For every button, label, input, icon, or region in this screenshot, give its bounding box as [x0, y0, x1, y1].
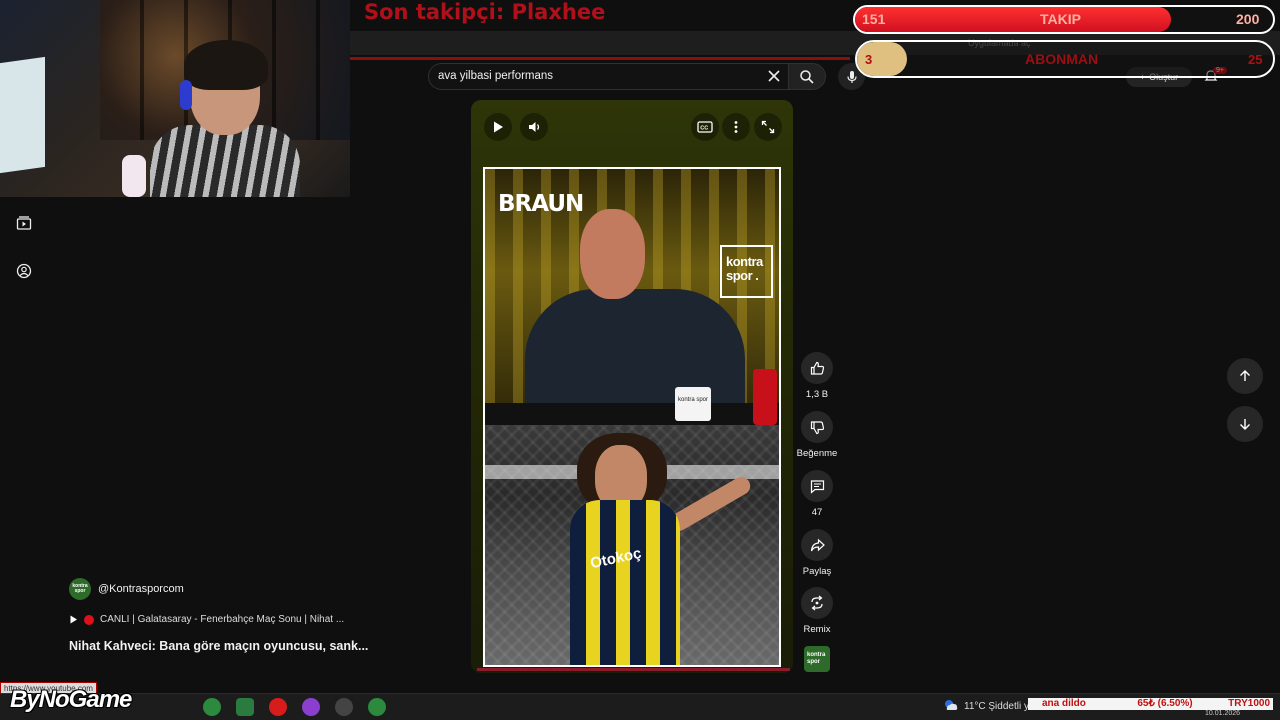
follow-label: TAKIP — [1040, 11, 1081, 27]
remix-button[interactable]: Remix — [796, 587, 838, 635]
ticker-item: TRY1000 — [1228, 698, 1270, 709]
webcam-overlay — [0, 0, 350, 197]
mug-logo: kontra spor — [675, 387, 711, 421]
arrow-up-icon — [1240, 370, 1250, 381]
messenger-taskbar-icon[interactable] — [302, 698, 320, 716]
ticker-item: 65₺ (6.50%) — [1137, 698, 1193, 709]
kontraspor-badge: kontra spor . — [720, 245, 773, 298]
dislike-label: Beğenme — [796, 448, 838, 459]
volume-button[interactable] — [520, 113, 548, 141]
search-input[interactable] — [438, 64, 758, 88]
play-small-icon — [70, 615, 77, 624]
taskbar-date: 10.01.2026 — [1205, 710, 1241, 717]
dislike-button[interactable]: Beğenme — [796, 411, 838, 459]
thumbs-up-icon — [810, 361, 824, 375]
comments-button[interactable]: 47 — [796, 470, 838, 518]
ticker-item: ana dildo — [1042, 698, 1086, 709]
video-title[interactable]: Nihat Kahveci: Bana göre maçın oyuncusu,… — [69, 639, 368, 653]
obs-taskbar-icon[interactable] — [335, 698, 353, 716]
search-icon — [800, 69, 814, 84]
related-live-link[interactable]: CANLI | Galatasaray - Fenerbahçe Maç Son… — [69, 614, 344, 625]
play-button[interactable] — [484, 113, 512, 141]
microphone — [122, 155, 146, 197]
sub-count: 3 — [865, 52, 873, 67]
related-live-text: CANLI | Galatasaray - Fenerbahçe Maç Son… — [100, 614, 345, 625]
svg-text:CC: CC — [700, 126, 708, 132]
previous-short-button[interactable] — [1227, 358, 1263, 394]
comment-icon — [810, 479, 824, 494]
braun-logo: BRAUN — [498, 191, 584, 217]
follow-goal-fill — [855, 7, 1171, 32]
chrome-taskbar-icon[interactable] — [203, 698, 221, 716]
share-button[interactable]: Paylaş — [796, 529, 838, 577]
opera-taskbar-icon[interactable] — [269, 698, 287, 716]
header-red-line — [350, 57, 850, 60]
sub-goal: 25 — [1248, 52, 1263, 67]
channel-thumbnail[interactable]: kontra spor — [804, 646, 830, 672]
weather-icon[interactable] — [942, 697, 960, 715]
streamer — [150, 40, 300, 197]
thumbs-down-icon — [810, 420, 824, 434]
sub-label: ABONMAN — [1025, 51, 1099, 67]
search-button[interactable] — [788, 63, 826, 90]
bynogame-watermark: ByNoGame — [10, 686, 132, 713]
weather-text: 11°C Şiddetli y — [964, 701, 1029, 712]
follow-goal: 200 — [1236, 11, 1260, 27]
account-icon[interactable] — [13, 260, 35, 282]
channel-avatar[interactable]: kontra spor — [69, 578, 91, 600]
captions-icon: CC — [697, 121, 713, 133]
video-progress-bar[interactable] — [477, 668, 790, 671]
fullscreen-button[interactable] — [754, 113, 782, 141]
remix-label: Remix — [803, 624, 831, 635]
arrow-down-icon — [1240, 419, 1250, 430]
subscriptions-icon[interactable] — [13, 212, 35, 234]
like-count: 1,3 B — [805, 389, 829, 400]
clear-search-icon[interactable] — [765, 67, 783, 85]
next-short-button[interactable] — [1227, 406, 1263, 442]
captions-button[interactable]: CC — [691, 113, 719, 141]
fullscreen-icon — [761, 120, 775, 134]
last-follower-banner: Son takipçi: Plaxhee — [364, 0, 606, 24]
comment-count: 47 — [811, 507, 823, 518]
play-icon — [494, 121, 503, 133]
live-dot-icon — [84, 614, 94, 625]
volume-icon — [529, 122, 540, 132]
share-label: Paylaş — [802, 566, 832, 577]
like-button[interactable]: 1,3 B — [796, 352, 838, 400]
browser-taskbar-icon[interactable] — [368, 698, 386, 716]
remix-icon — [811, 595, 823, 611]
share-icon — [810, 538, 825, 551]
follow-count: 151 — [862, 11, 886, 27]
channel-handle[interactable]: @Kontrasporcom — [98, 583, 184, 595]
microphone-icon — [846, 70, 857, 83]
store-taskbar-icon[interactable] — [236, 698, 254, 716]
video-bottom-panel: Otokoç — [483, 425, 781, 667]
more-vert-icon — [734, 121, 738, 133]
more-button[interactable] — [722, 113, 750, 141]
monitor — [0, 56, 45, 174]
donation-ticker: ana dildo 65₺ (6.50%) TRY1000 — [1028, 698, 1273, 710]
